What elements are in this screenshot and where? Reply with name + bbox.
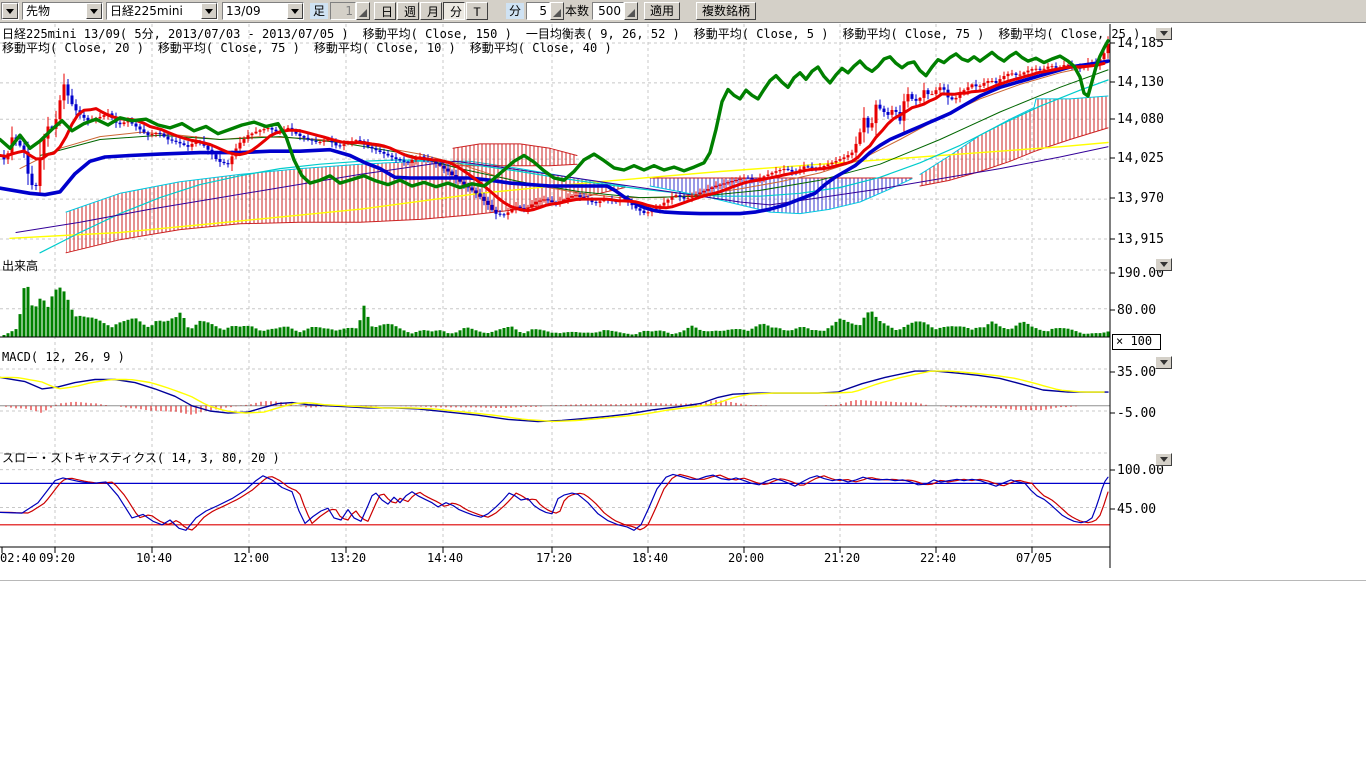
chevron-down-icon [1160, 31, 1168, 36]
macd-axis-label: 35.00 [1117, 365, 1156, 380]
chevron-down-icon [1160, 360, 1168, 365]
legend-item: 移動平均( Close, 20 ) [2, 41, 144, 55]
time-axis-label: 10:40 [136, 551, 172, 565]
chart-application-window: 先物 日経225mini 13/09 足 1 日週月分T 分 5 本数 500 … [0, 0, 1366, 768]
time-axis-label: 17:20 [536, 551, 572, 565]
price-axis-label: 13,970 [1117, 191, 1164, 206]
price-axis-label: 14,025 [1117, 151, 1164, 166]
time-axis-label: 09:20 [39, 551, 75, 565]
time-axis-label: 13:20 [330, 551, 366, 565]
time-axis-label: 18:40 [632, 551, 668, 565]
pane-scale-dropdown[interactable] [1155, 27, 1172, 40]
time-axis-label: 07/05 [1016, 551, 1052, 565]
pane-scale-dropdown[interactable] [1155, 356, 1172, 369]
macd-axis-label: -5.00 [1117, 406, 1156, 421]
legend-item: 移動平均( Close, 5 ) [694, 27, 829, 41]
legend-item: 移動平均( Close, 75 ) [842, 27, 984, 41]
pane-scale-dropdown[interactable] [1155, 258, 1172, 271]
legend-item: 移動平均( Close, 40 ) [470, 41, 612, 55]
time-axis-label: 12:00 [233, 551, 269, 565]
legend-item: 移動平均( Close, 10 ) [314, 41, 456, 55]
volume-multiplier-box: × 100 [1112, 334, 1161, 350]
price-axis-label: 13,915 [1117, 232, 1164, 247]
chevron-down-icon [1160, 262, 1168, 267]
legend-item: 移動平均( Close, 25 ) [998, 27, 1140, 41]
legend-line-2: 移動平均( Close, 20 ) 移動平均( Close, 75 ) 移動平均( … [2, 39, 626, 56]
chevron-down-icon [1160, 457, 1168, 462]
time-axis-label: 21:20 [824, 551, 860, 565]
time-axis-label: 02:40 [0, 551, 36, 565]
chart-plot[interactable] [0, 0, 1120, 576]
stoch-axis-label: 45.00 [1117, 502, 1156, 517]
volume-axis-label: 80.00 [1117, 303, 1156, 318]
legend-item: 移動平均( Close, 75 ) [158, 41, 300, 55]
macd-pane-label: MACD( 12, 26, 9 ) [2, 350, 125, 364]
volume-pane-label: 出来高 [2, 257, 38, 274]
time-axis-label: 14:40 [427, 551, 463, 565]
time-axis-label: 22:40 [920, 551, 956, 565]
price-axis-label: 14,080 [1117, 112, 1164, 127]
bottom-divider [0, 580, 1366, 581]
pane-scale-dropdown[interactable] [1155, 453, 1172, 466]
time-axis-label: 20:00 [728, 551, 764, 565]
stoch-pane-label: スロー・ストキャスティクス( 14, 3, 80, 20 ) [2, 449, 280, 466]
price-axis-label: 14,130 [1117, 75, 1164, 90]
